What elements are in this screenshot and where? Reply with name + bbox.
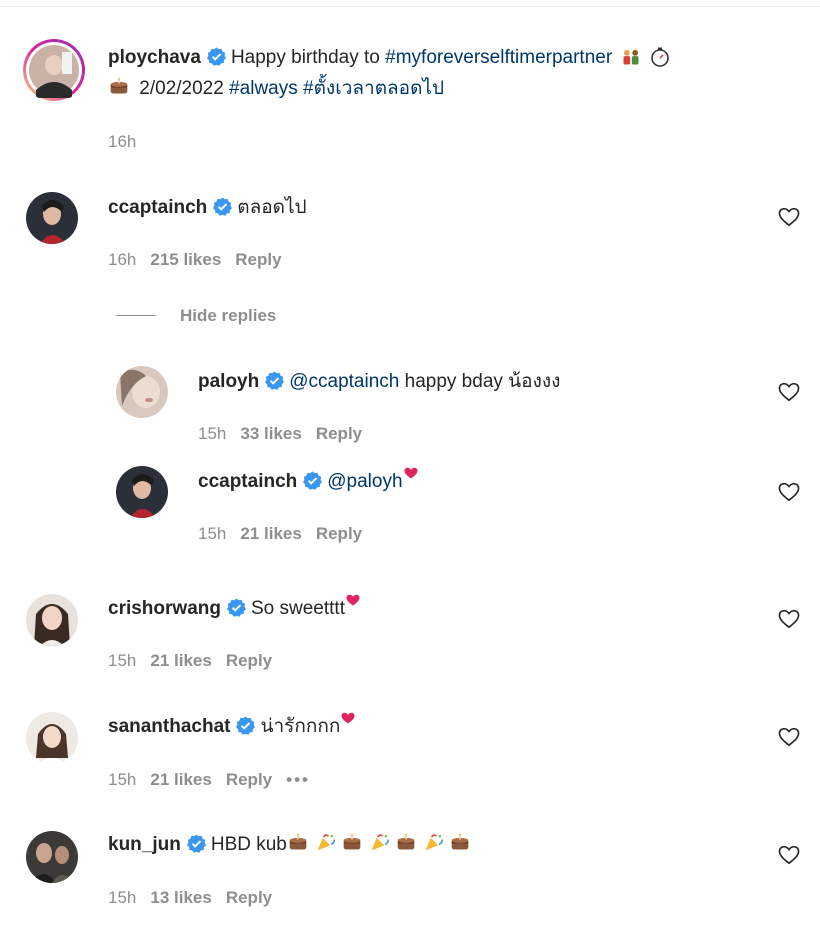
like-heart-icon[interactable] — [778, 382, 800, 402]
comment-4-meta: 15h 13 likes Reply — [108, 887, 286, 909]
comment-1-time[interactable]: 16h — [108, 250, 136, 269]
caption-meta: 16h — [108, 131, 150, 153]
comment-3-meta: 15h 21 likes Reply ••• — [108, 769, 324, 791]
comment-3-body: น่ารักกกก — [260, 716, 341, 737]
verified-badge-icon — [265, 371, 285, 390]
reply-1-username[interactable]: paloyh — [198, 371, 259, 392]
party-popper-emoji-icon — [316, 832, 340, 854]
avatar-sananthachat[interactable] — [26, 712, 78, 764]
comment-4-time[interactable]: 15h — [108, 888, 136, 907]
party-popper-emoji-icon — [370, 832, 394, 854]
hide-replies-line — [116, 315, 156, 316]
red-heart-emoji-icon — [341, 712, 355, 724]
red-heart-emoji-icon — [346, 594, 360, 606]
cake-emoji-icon — [450, 832, 476, 854]
comment-2-time[interactable]: 15h — [108, 651, 136, 670]
reply-2-mention[interactable]: @paloyh — [327, 471, 402, 492]
reply-1-mention[interactable]: @ccaptainch — [289, 371, 399, 392]
avatar-kun-jun[interactable] — [26, 831, 78, 883]
comment-3-text: sananthachat น่ารักกกก — [108, 712, 355, 742]
like-heart-icon[interactable] — [778, 207, 800, 227]
cake-emoji-icon — [109, 76, 133, 98]
hashtag-thai-link[interactable]: #ตั้งเวลาตลอดไป — [303, 78, 444, 99]
hide-replies-button[interactable]: Hide replies — [116, 305, 276, 327]
comment-4-reply-button[interactable]: Reply — [226, 888, 272, 907]
comment-1-text: ccaptainch ตลอดไป — [108, 193, 307, 223]
comment-2-likes[interactable]: 21 likes — [150, 651, 211, 670]
comment-2-username[interactable]: crishorwang — [108, 598, 221, 619]
like-heart-icon[interactable] — [778, 845, 800, 865]
comment-1-likes[interactable]: 215 likes — [150, 250, 221, 269]
hide-replies-label: Hide replies — [180, 306, 277, 325]
avatar-ploychava[interactable] — [22, 38, 86, 102]
reply-1-text: paloyh @ccaptainch happy bday น้องงง — [198, 367, 560, 397]
hashtag-link[interactable]: #myforeverselftimerpartner — [385, 47, 612, 68]
reply-1-meta: 15h 33 likes Reply — [198, 423, 376, 445]
verified-badge-icon — [303, 471, 323, 490]
party-popper-emoji-icon — [424, 832, 448, 854]
comment-4-likes[interactable]: 13 likes — [150, 888, 211, 907]
like-heart-icon[interactable] — [778, 609, 800, 629]
cake-emoji-icon — [342, 832, 368, 854]
reply-1-time[interactable]: 15h — [198, 424, 226, 443]
comment-3-username[interactable]: sananthachat — [108, 716, 230, 737]
caption-text-prefix: Happy birthday to — [230, 47, 386, 68]
verified-badge-icon — [213, 197, 233, 216]
reply-1-body: happy bday น้องงง — [399, 371, 561, 392]
comment-1-reply-button[interactable]: Reply — [235, 250, 281, 269]
reply-1-reply-button[interactable]: Reply — [316, 424, 362, 443]
reply-2-likes[interactable]: 21 likes — [240, 524, 301, 543]
comment-1-body: ตลอดไป — [237, 197, 307, 218]
reply-2-username[interactable]: ccaptainch — [198, 471, 297, 492]
caption-time[interactable]: 16h — [108, 132, 136, 151]
avatar-ccaptainch-reply[interactable] — [116, 466, 168, 518]
comment-2-text: crishorwang So sweetttt — [108, 594, 360, 624]
top-divider — [0, 6, 820, 7]
comment-3-reply-button[interactable]: Reply — [226, 770, 272, 789]
comment-4-text: kun_jun HBD kub — [108, 830, 477, 860]
caption-line-2: 2/02/2022 #always #ตั้งเวลาตลอดไป — [108, 74, 444, 104]
reply-2-meta: 15h 21 likes Reply — [198, 523, 376, 545]
comment-4-username[interactable]: kun_jun — [108, 834, 181, 855]
verified-badge-icon — [186, 834, 206, 853]
hashtag-always-link[interactable]: #always — [229, 78, 298, 99]
couple-emoji-icon — [621, 47, 645, 67]
reply-2-reply-button[interactable]: Reply — [316, 524, 362, 543]
like-heart-icon[interactable] — [778, 482, 800, 502]
reply-2-time[interactable]: 15h — [198, 524, 226, 543]
like-heart-icon[interactable] — [778, 727, 800, 747]
comment-2-body: So sweetttt — [250, 598, 345, 619]
timer-clock-emoji-icon — [650, 47, 670, 67]
caption-date: 2/02/2022 — [134, 78, 230, 99]
reply-2-text: ccaptainch @paloyh — [198, 467, 418, 497]
comment-3-time[interactable]: 15h — [108, 770, 136, 789]
comment-1-meta: 16h 215 likes Reply — [108, 249, 296, 271]
cake-emoji-icon — [288, 832, 314, 854]
caption-username[interactable]: ploychava — [108, 47, 201, 68]
comment-1-username[interactable]: ccaptainch — [108, 197, 207, 218]
avatar-paloyh[interactable] — [116, 366, 168, 418]
reply-1-likes[interactable]: 33 likes — [240, 424, 301, 443]
cake-emoji-icon — [396, 832, 422, 854]
comment-3-likes[interactable]: 21 likes — [150, 770, 211, 789]
verified-badge-icon — [236, 716, 256, 735]
caption-line-1: ploychava Happy birthday to #myforeversel… — [108, 43, 671, 73]
comment-4-body: HBD kub — [210, 834, 287, 855]
avatar-crishorwang[interactable] — [26, 594, 78, 646]
comment-2-meta: 15h 21 likes Reply — [108, 650, 286, 672]
more-options-button[interactable]: ••• — [286, 770, 310, 789]
verified-badge-icon — [206, 47, 226, 66]
comment-2-reply-button[interactable]: Reply — [226, 651, 272, 670]
avatar-ccaptainch[interactable] — [26, 192, 78, 244]
red-heart-emoji-icon — [404, 467, 418, 479]
verified-badge-icon — [226, 598, 246, 617]
